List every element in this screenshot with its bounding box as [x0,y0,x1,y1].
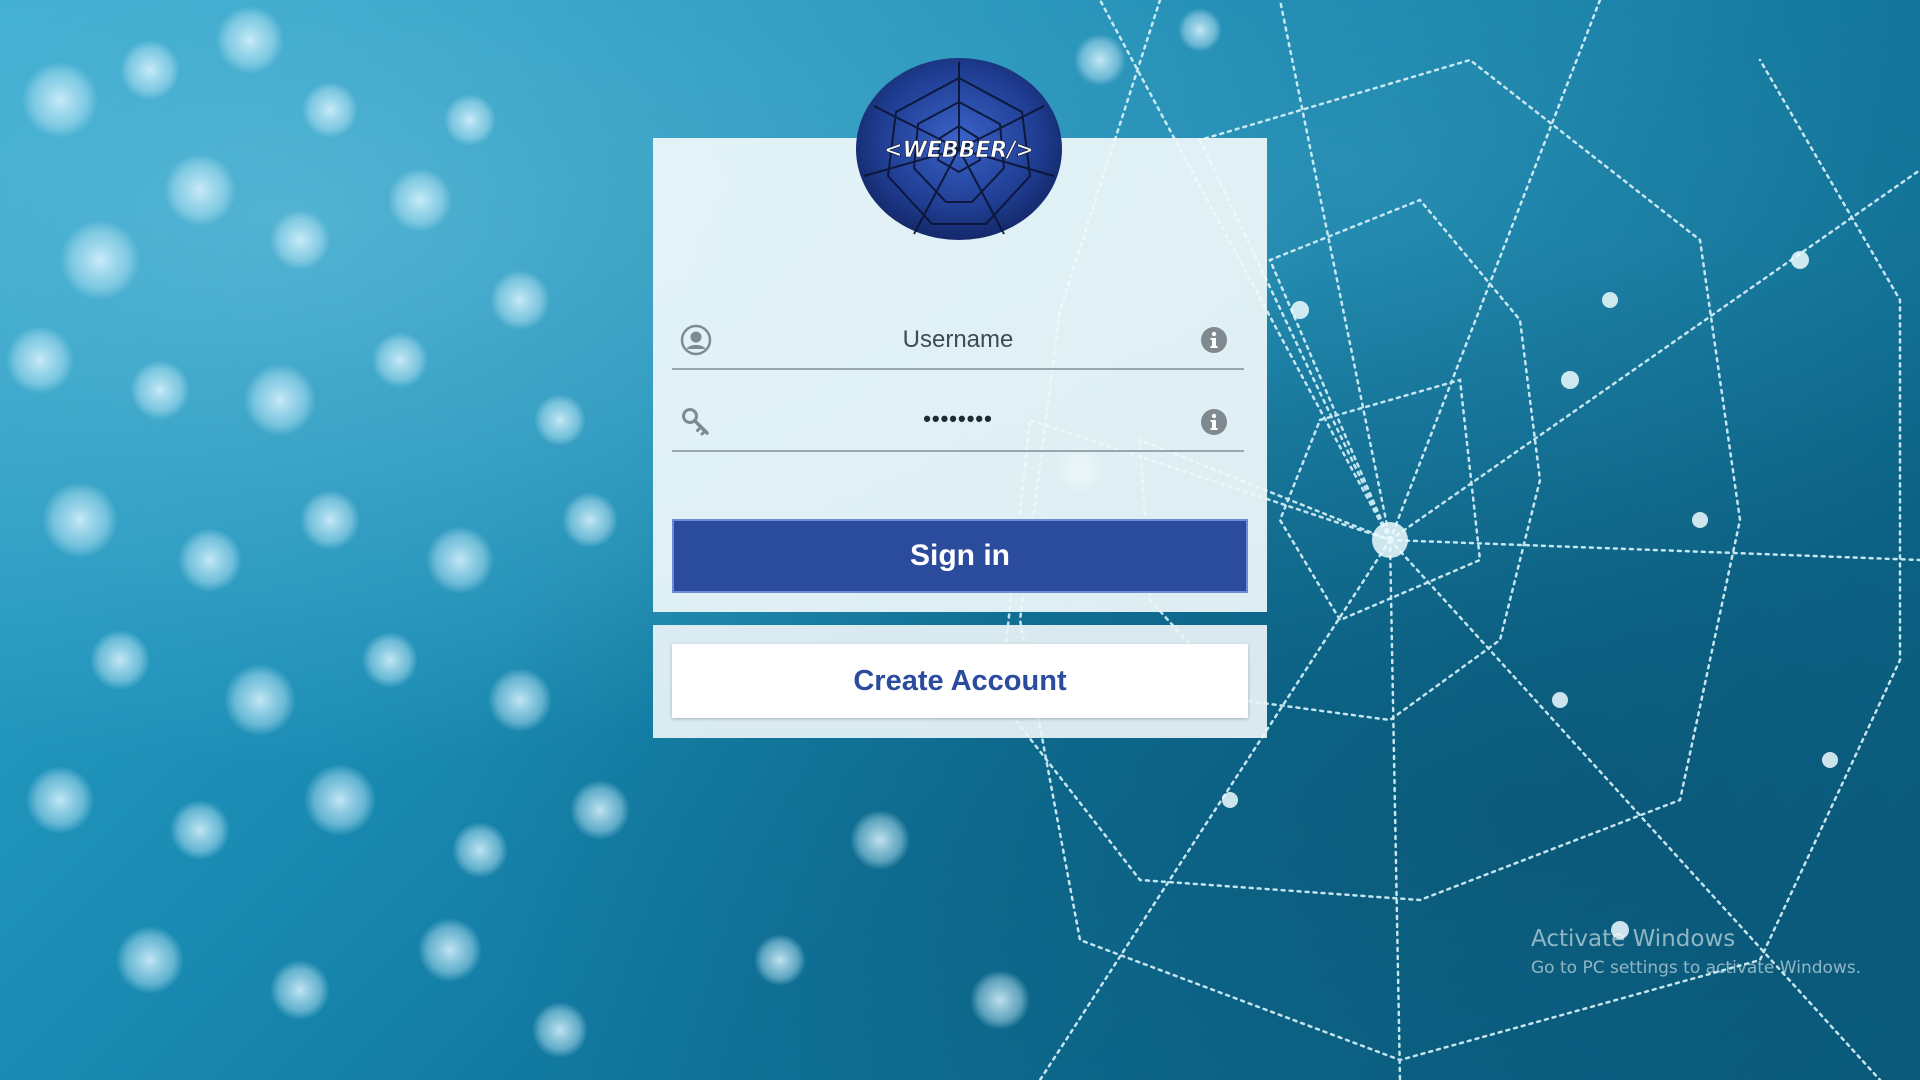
username-placeholder: Username [902,326,1014,353]
username-info-icon[interactable] [1200,326,1228,354]
windows-activation-watermark: Activate Windows Go to PC settings to ac… [1531,926,1861,978]
webber-logo: <WEBBER/> [854,56,1064,242]
watermark-title: Activate Windows [1531,926,1736,952]
password-field[interactable]: •••••••• [672,394,1244,452]
password-info-icon[interactable] [1200,408,1228,436]
user-circle-icon [680,324,712,356]
password-value: •••••••• [923,406,993,431]
username-field[interactable]: Username [672,312,1244,370]
sign-in-button[interactable]: Sign in [672,519,1248,593]
create-account-button[interactable]: Create Account [672,644,1248,718]
key-icon [682,408,709,436]
logo-text: <WEBBER/> [884,138,1034,163]
watermark-subtitle: Go to PC settings to activate Windows. [1531,958,1862,978]
